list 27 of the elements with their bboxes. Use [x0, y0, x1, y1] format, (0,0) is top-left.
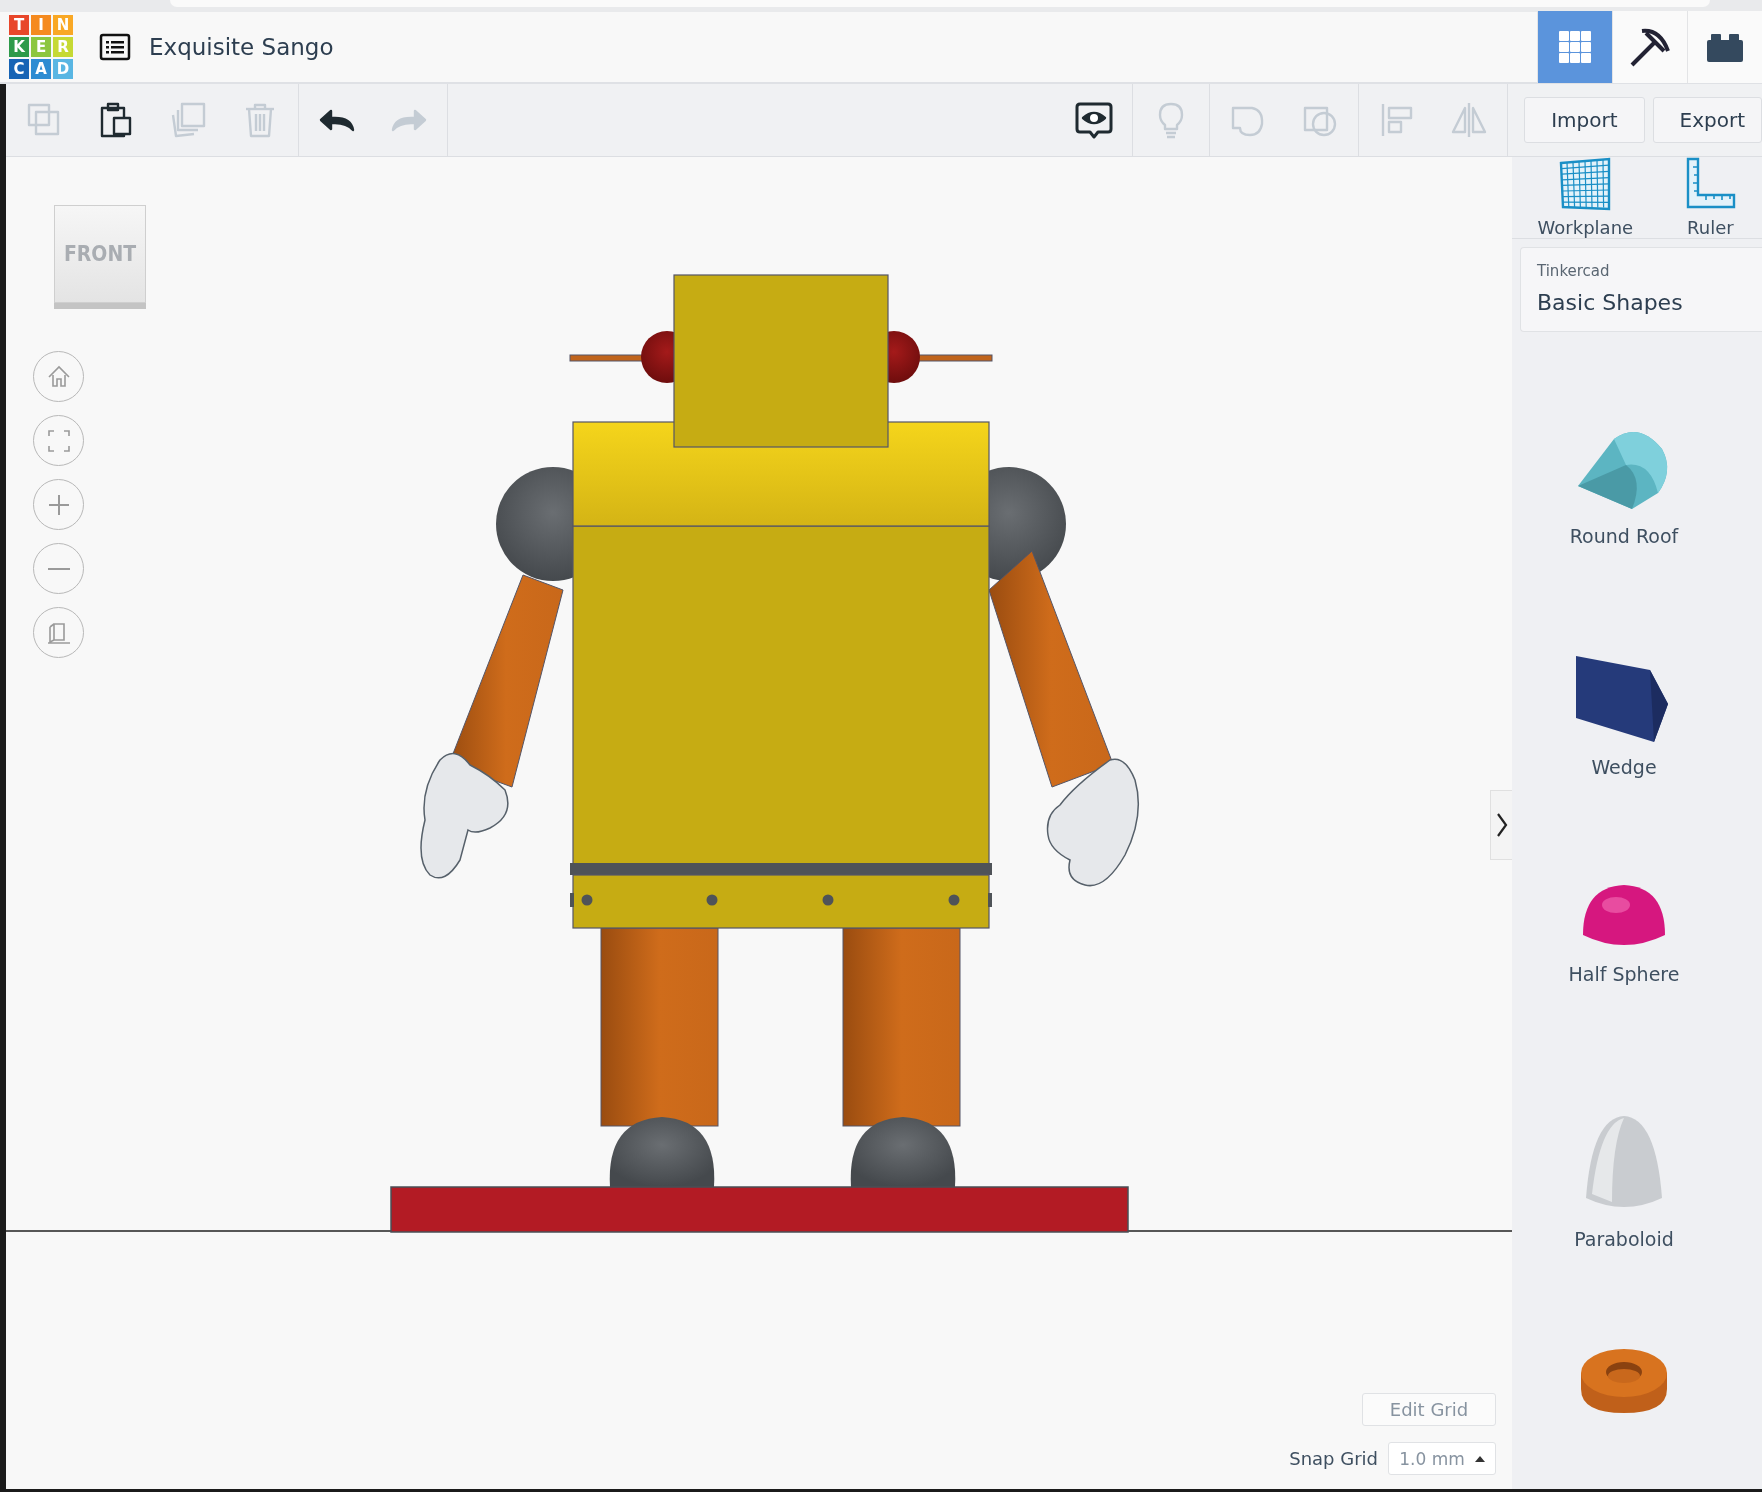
shape-label: Half Sphere [1568, 963, 1680, 985]
brick-icon [1707, 32, 1743, 62]
toolbar-button[interactable]: Export [1652, 97, 1762, 143]
pickaxe-button[interactable] [1612, 11, 1687, 83]
zoom-out-icon[interactable] [33, 543, 84, 594]
shape-label: Round Roof [1569, 525, 1679, 547]
shape-label: Paraboloid [1574, 1228, 1674, 1250]
cube-view-icon[interactable] [33, 607, 84, 658]
design-title[interactable]: Exquisite Sango [149, 34, 334, 60]
snap-grid-label: Snap Grid [1289, 1448, 1378, 1469]
fit-view-icon[interactable] [33, 415, 84, 466]
collapse-panel-button[interactable] [1490, 790, 1512, 860]
home-icon[interactable] [33, 351, 84, 402]
zoom-in-icon[interactable] [33, 479, 84, 530]
ruler-button[interactable]: Ruler [1684, 157, 1737, 238]
robot-drawing[interactable] [420, 274, 1140, 1187]
caret-icon [1474, 1455, 1485, 1462]
chevron-right-icon [1495, 812, 1508, 838]
tinkercad-logo[interactable]: T I N K E R C A D [9, 15, 73, 79]
library-selector[interactable]: Tinkercad Basic Shapes [1520, 247, 1762, 332]
brick-button[interactable] [1687, 11, 1762, 83]
library-source: Tinkercad [1537, 262, 1611, 280]
workplane-button[interactable]: Workplane [1537, 157, 1634, 238]
shape-label: Wedge [1591, 756, 1657, 778]
toolbar-button[interactable]: Import [1524, 97, 1645, 143]
grid-icon [1557, 29, 1593, 65]
library-name: Basic Shapes [1537, 290, 1684, 315]
